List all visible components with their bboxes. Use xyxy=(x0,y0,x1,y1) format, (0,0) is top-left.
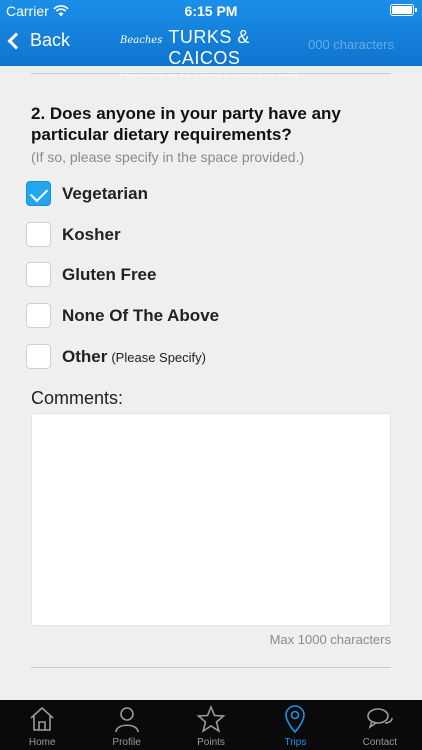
option-label: Vegetarian xyxy=(62,183,148,203)
question-hint: (If so, please specify in the space prov… xyxy=(31,149,305,165)
chevron-left-icon xyxy=(7,32,25,49)
tab-label: Points xyxy=(197,737,225,748)
checkbox[interactable] xyxy=(26,181,51,206)
option-label: Gluten Free xyxy=(62,264,157,284)
divider-bottom xyxy=(31,667,391,668)
option-kosher[interactable]: Kosher xyxy=(26,222,121,247)
checkbox[interactable] xyxy=(26,222,51,247)
back-button[interactable]: Back xyxy=(7,30,71,51)
tab-bar: Home Profile Points Trips Contact xyxy=(0,700,422,750)
battery-icon xyxy=(390,4,417,16)
option-other-specify: (Please Specify) xyxy=(111,349,206,365)
tab-label: Contact xyxy=(362,737,398,748)
brand-script: Beaches xyxy=(120,35,163,46)
tab-contact[interactable]: Contact xyxy=(338,700,422,750)
comments-label: Comments: xyxy=(31,388,124,408)
tab-label: Home xyxy=(28,737,56,748)
option-label: None Of The Above xyxy=(62,305,220,325)
tab-trips[interactable]: Trips xyxy=(253,700,337,750)
option-vegetarian[interactable]: Vegetarian xyxy=(26,181,148,206)
max-characters-hint: Max 1000 characters xyxy=(269,632,391,647)
option-other-label: Other xyxy=(62,346,108,366)
home-icon xyxy=(30,706,54,731)
status-bar: Carrier 6:15 PM xyxy=(0,0,422,22)
option-label: Kosher xyxy=(62,224,121,244)
location-pin-icon xyxy=(285,705,306,734)
checkbox[interactable] xyxy=(26,344,51,369)
ghost-text: 000 characters xyxy=(308,37,394,52)
chat-bubbles-icon xyxy=(367,708,393,729)
brand-subtitle: PROVIDENCIALES, TURKS & CAICOS ISLANDS xyxy=(120,70,299,79)
brand-logo: Beaches TURKS & CAICOS PROVIDENCIALES, T… xyxy=(120,27,310,79)
tab-home[interactable]: Home xyxy=(0,700,84,750)
divider-top xyxy=(31,73,391,74)
tab-label: Trips xyxy=(284,737,307,748)
option-label: Other (Please Specify) xyxy=(62,347,206,367)
option-gluten-free[interactable]: Gluten Free xyxy=(26,262,156,287)
back-label: Back xyxy=(30,30,71,50)
option-other[interactable]: Other (Please Specify) xyxy=(26,344,206,369)
comments-textarea[interactable] xyxy=(31,413,391,626)
option-none-of-the-above[interactable]: None Of The Above xyxy=(26,303,219,328)
checkbox[interactable] xyxy=(26,262,51,287)
status-time: 6:15 PM xyxy=(184,3,238,19)
tab-points[interactable]: Points xyxy=(169,700,253,750)
tab-profile[interactable]: Profile xyxy=(84,700,168,750)
brand-title: TURKS & CAICOS xyxy=(168,27,250,68)
question-title: 2. Does anyone in your party have any pa… xyxy=(31,104,341,144)
tab-label: Profile xyxy=(112,737,141,748)
checkbox[interactable] xyxy=(26,303,51,328)
nav-header: Carrier 6:15 PM Back Beaches TURKS & CAI… xyxy=(0,0,422,79)
star-icon xyxy=(196,704,226,733)
profile-icon xyxy=(114,707,139,733)
